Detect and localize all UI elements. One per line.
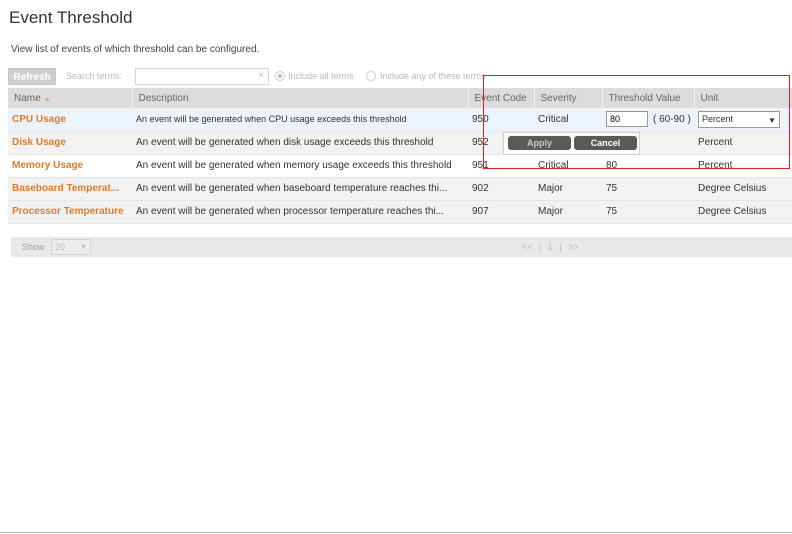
event-code: 907 — [468, 200, 534, 224]
column-header-description[interactable]: Description — [132, 88, 469, 108]
first-page-button[interactable]: << — [522, 242, 533, 252]
table-row[interactable]: Processor Temperature An event will be g… — [8, 200, 792, 224]
next-page-button[interactable]: >> — [568, 242, 579, 252]
radio-include-any-label: Include any of these terms — [380, 71, 486, 81]
event-description: An event will be generated when memory u… — [132, 154, 468, 178]
highlight-box — [483, 75, 790, 169]
event-description: An event will be generated when CPU usag… — [132, 108, 468, 132]
refresh-button[interactable]: Refresh — [8, 68, 56, 85]
clear-search-icon[interactable]: × — [258, 70, 264, 81]
divider — [0, 532, 792, 533]
event-name[interactable]: Memory Usage — [8, 154, 132, 178]
sort-ascending-icon: ▲ — [43, 95, 51, 103]
event-name[interactable]: Disk Usage — [8, 131, 132, 155]
event-description: An event will be generated when disk usa… — [132, 131, 468, 155]
event-unit: Degree Celsius — [694, 177, 792, 201]
column-header-name[interactable]: Name ▲ — [8, 88, 133, 108]
event-threshold: 75 — [602, 200, 694, 224]
event-name[interactable]: CPU Usage — [8, 108, 132, 132]
radio-include-all-label: Include all terms — [288, 71, 354, 81]
event-description: An event will be generated when processo… — [132, 200, 468, 224]
event-severity: Major — [534, 200, 602, 224]
event-name[interactable]: Baseboard Temperat... — [8, 177, 132, 201]
page-subtitle: View list of events of which threshold c… — [11, 44, 260, 55]
pager-separator: | — [539, 242, 542, 252]
toolbar: Refresh Search terms: × Include all term… — [8, 68, 508, 85]
chevron-down-icon: ▼ — [80, 244, 87, 251]
event-unit: Degree Celsius — [694, 200, 792, 224]
page-title: Event Threshold — [9, 8, 133, 27]
event-name[interactable]: Processor Temperature — [8, 200, 132, 224]
radio-include-all[interactable] — [275, 71, 285, 81]
pager-separator: | — [559, 242, 562, 252]
pager: << | 1 | >> — [522, 242, 583, 252]
pagination-bar: Show 20 ▼ << | 1 | >> — [11, 237, 792, 257]
search-input[interactable] — [135, 68, 269, 85]
event-code: 902 — [468, 177, 534, 201]
radio-include-any[interactable] — [366, 71, 376, 81]
table-row[interactable]: Baseboard Temperat... An event will be g… — [8, 177, 792, 201]
page-size-select[interactable]: 20 ▼ — [51, 239, 91, 255]
event-severity: Major — [534, 177, 602, 201]
page-size-value: 20 — [55, 242, 66, 252]
current-page[interactable]: 1 — [548, 242, 553, 252]
show-label: Show — [22, 242, 45, 252]
event-threshold: 75 — [602, 177, 694, 201]
event-description: An event will be generated when baseboar… — [132, 177, 468, 201]
search-label: Search terms: — [66, 71, 123, 81]
